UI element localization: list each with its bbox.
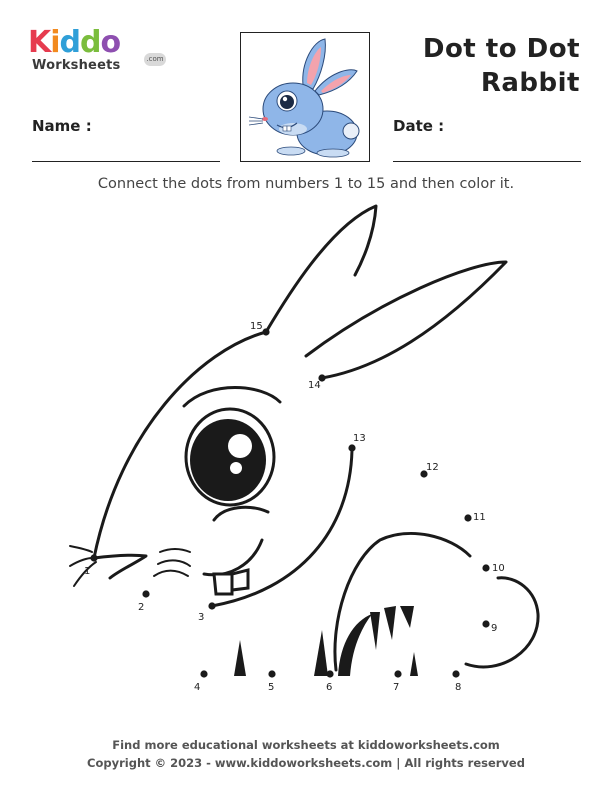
tail-line [464,576,540,669]
dot-label-6: 6 [326,682,332,693]
dot-label-10: 10 [492,563,505,574]
hip-line [333,532,472,672]
dot-label-11: 11 [473,512,486,523]
logo-letter-i: i [50,25,60,60]
dot-label-9: 9 [491,623,497,634]
dot-6 [326,670,334,678]
rabbit-reference-image [240,32,370,162]
footer-promo-text: Find more educational worksheets at kidd… [112,738,500,752]
date-label: Date : [393,117,445,135]
dot-label-12: 12 [426,462,439,473]
dot-1 [90,554,98,562]
dot-label-2: 2 [138,602,144,613]
logo-wordmark: Kiddo [28,25,122,60]
dot-9 [482,620,490,628]
dot-8 [452,670,460,678]
title-line-2: Rabbit [480,68,580,98]
worksheet-title: Dot to Dot Rabbit [410,32,580,100]
dot-5 [268,670,276,678]
dot-2 [142,590,150,598]
nose-line [92,553,148,580]
title-line-1: Dot to Dot [422,34,580,64]
logo-letter-k: K [28,25,51,60]
dot-to-dot-rabbit-outline: 1 2 3 4 5 6 7 8 9 10 11 12 13 14 15 [69,204,540,693]
dot-label-14: 14 [308,380,321,391]
logo-letter-d1: d [59,25,82,60]
dot-label-15: 15 [250,321,263,332]
dot-13 [348,444,356,452]
dot-labels: 1 2 3 4 5 6 7 8 9 10 11 12 13 14 15 [84,321,505,693]
colored-rabbit-illustration [248,38,360,158]
dot-label-1: 1 [84,566,90,577]
logo-letter-o: o [100,25,122,60]
dot-3 [208,602,216,610]
dot-4 [200,670,208,678]
outer-ear-line [264,204,378,334]
name-line[interactable] [32,161,220,162]
dot-10 [482,564,490,572]
kiddo-worksheets-logo: Kiddo Worksheets .com [28,25,166,76]
mouth-line [202,538,264,577]
name-label: Name : [32,117,92,135]
logo-letter-d2: d [80,25,102,60]
cheek-line [212,505,270,522]
dot-label-5: 5 [268,682,274,693]
logo-subtitle: Worksheets [32,58,121,73]
front-ear-line [304,260,508,380]
instructions-text: Connect the dots from numbers 1 to 15 an… [97,176,515,192]
eyebrow-line [182,386,282,408]
dot-label-4: 4 [194,682,200,693]
dot-label-13: 13 [353,433,366,444]
dot-label-7: 7 [393,682,399,693]
dot-label-8: 8 [455,682,461,693]
footer-copyright-text: Copyright © 2023 - www.kiddoworksheets.c… [87,756,525,770]
logo-suffix: .com [144,53,166,66]
dot-11 [464,514,472,522]
dot-label-3: 3 [198,612,204,623]
dot-7 [394,670,402,678]
dot-markers [90,328,490,678]
date-line[interactable] [393,161,581,162]
dot-15 [262,328,270,336]
